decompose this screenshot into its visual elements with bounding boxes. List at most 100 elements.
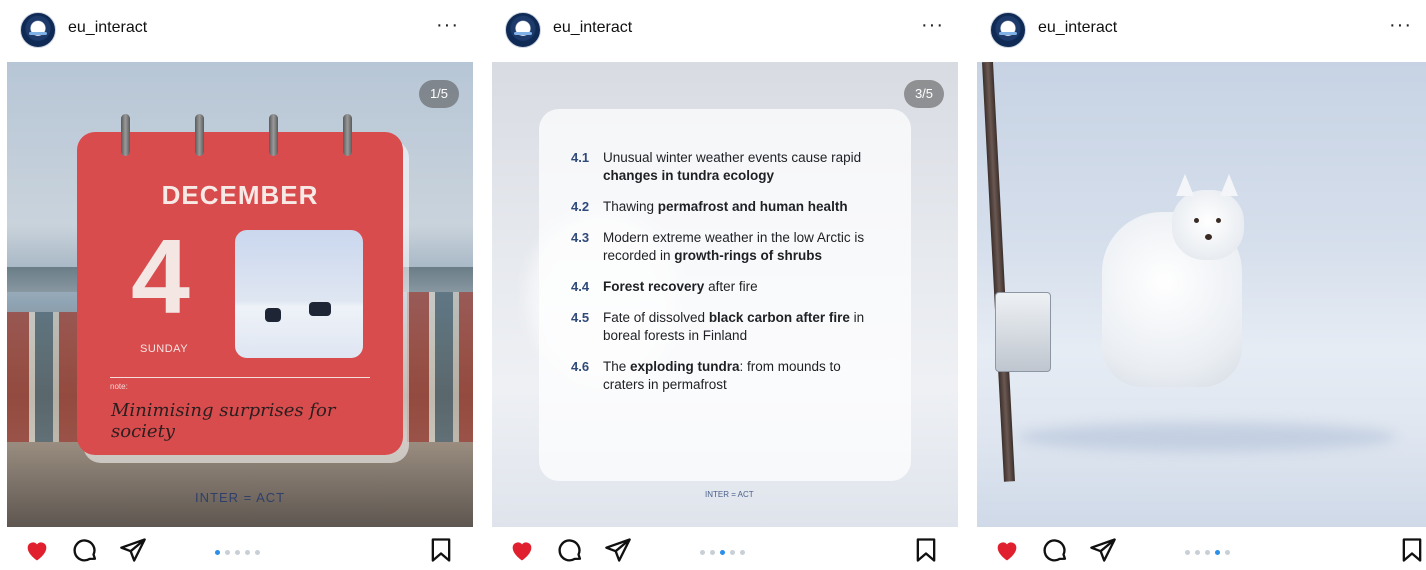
carousel-dot <box>1225 550 1230 555</box>
carousel-dot <box>235 550 240 555</box>
action-bar <box>977 527 1426 570</box>
arctic-fox-head <box>1172 174 1244 260</box>
post-header: eu_interact ··· <box>492 0 958 62</box>
fox-nose <box>1205 234 1212 240</box>
save-button[interactable] <box>1398 536 1426 564</box>
topic-number: 4.2 <box>571 199 590 214</box>
share-button[interactable] <box>1089 536 1117 564</box>
like-button[interactable] <box>993 536 1021 564</box>
topic-item: 4.6 The exploding tundra: from mounds to… <box>571 358 881 394</box>
calendar-month: DECEMBER <box>161 180 319 210</box>
carousel-dot <box>1205 550 1210 555</box>
topic-text: Forest recovery after fire <box>603 279 758 294</box>
topic-number: 4.5 <box>571 310 590 325</box>
username[interactable]: eu_interact <box>68 19 147 37</box>
carousel-dot <box>700 550 705 555</box>
topic-number: 4.4 <box>571 279 590 294</box>
bookmark-icon <box>1402 538 1422 562</box>
carousel-dots <box>700 550 760 556</box>
interact-logo: INTER = ACT <box>195 490 286 505</box>
post-card-1: eu_interact ··· 1/5 DECEMBER 4 SUNDAY no… <box>7 0 473 570</box>
post-image[interactable] <box>977 62 1426 527</box>
carousel-dot <box>225 550 230 555</box>
comment-button[interactable] <box>1041 536 1069 564</box>
topic-item: 4.3 Modern extreme weather in the low Ar… <box>571 229 881 265</box>
username[interactable]: eu_interact <box>1038 19 1117 37</box>
topic-item: 4.5 Fate of dissolved black carbon after… <box>571 309 881 345</box>
share-button[interactable] <box>604 536 632 564</box>
topic-text: Thawing permafrost and human health <box>603 199 848 214</box>
carousel-dot <box>215 550 220 555</box>
action-bar <box>492 527 958 570</box>
slide-counter: 3/5 <box>904 80 944 108</box>
calendar-ring <box>121 114 130 156</box>
calendar-ring <box>269 114 278 156</box>
topic-card: 4.1 Unusual winter weather events cause … <box>539 109 911 481</box>
bookmark-icon <box>431 538 451 562</box>
comment-icon <box>73 539 97 562</box>
topic-number: 4.1 <box>571 150 590 165</box>
calendar-graphic: DECEMBER 4 SUNDAY note: Minimising surpr… <box>77 114 403 455</box>
heart-icon <box>512 542 532 561</box>
interact-logo: INTER = ACT <box>705 490 754 499</box>
topic-number: 4.6 <box>571 359 590 374</box>
slide-counter: 1/5 <box>419 80 459 108</box>
calendar-note-label: note: <box>110 382 128 391</box>
paper-plane-icon <box>120 538 146 562</box>
more-options-button[interactable]: ··· <box>921 14 944 37</box>
fox-ear <box>1220 174 1238 196</box>
heart-icon <box>997 542 1017 561</box>
post-card-2: eu_interact ··· 3/5 4.1 Unusual winter w… <box>492 0 958 570</box>
carousel-dot <box>1195 550 1200 555</box>
like-button[interactable] <box>508 536 536 564</box>
heart-icon <box>27 542 47 561</box>
share-button[interactable] <box>119 536 147 564</box>
username[interactable]: eu_interact <box>553 19 632 37</box>
calendar-ring <box>195 114 204 156</box>
snow-shadow <box>1017 422 1397 452</box>
carousel-dot <box>1185 550 1190 555</box>
comment-button[interactable] <box>556 536 584 564</box>
bookmark-icon <box>916 538 936 562</box>
post-header: eu_interact ··· <box>977 0 1426 62</box>
post-header: eu_interact ··· <box>7 0 473 62</box>
post-image[interactable]: 1/5 DECEMBER 4 SUNDAY note: Minimising s… <box>7 62 473 527</box>
profile-avatar[interactable] <box>990 12 1026 48</box>
calendar-day: 4 <box>131 218 190 336</box>
topic-item: 4.1 Unusual winter weather events cause … <box>571 149 881 185</box>
carousel-dots <box>215 550 275 556</box>
carousel-dot <box>720 550 725 555</box>
save-button[interactable] <box>427 536 455 564</box>
profile-avatar[interactable] <box>20 12 56 48</box>
calendar-weekday: SUNDAY <box>140 343 189 355</box>
carousel-dot <box>255 550 260 555</box>
more-options-button[interactable]: ··· <box>1389 14 1412 37</box>
like-button[interactable] <box>23 536 51 564</box>
more-options-button[interactable]: ··· <box>436 14 459 37</box>
topic-item: 4.4 Forest recovery after fire <box>571 278 881 296</box>
paper-plane-icon <box>605 538 631 562</box>
carousel-dot <box>245 550 250 555</box>
topic-text: Modern extreme weather in the low Arctic… <box>603 230 865 263</box>
save-button[interactable] <box>912 536 940 564</box>
topic-list: 4.1 Unusual winter weather events cause … <box>571 149 881 407</box>
carousel-dot <box>710 550 715 555</box>
carousel-dots <box>1185 550 1245 556</box>
fox-ear <box>1176 174 1194 196</box>
post-card-3: eu_interact ··· <box>977 0 1426 570</box>
comment-button[interactable] <box>71 536 99 564</box>
calendar-ring <box>343 114 352 156</box>
topic-text: Unusual winter weather events cause rapi… <box>603 150 862 183</box>
topic-text: The exploding tundra: from mounds to cra… <box>603 359 841 392</box>
calendar-photo <box>235 230 363 358</box>
fox-eye <box>1216 218 1221 223</box>
profile-avatar[interactable] <box>505 12 541 48</box>
topic-item: 4.2 Thawing permafrost and human health <box>571 198 881 216</box>
calendar-divider <box>110 377 370 378</box>
carousel-dot <box>740 550 745 555</box>
comment-icon <box>558 539 582 562</box>
snowmobile <box>309 302 331 316</box>
comment-icon <box>1043 539 1067 562</box>
post-image[interactable]: 3/5 4.1 Unusual winter weather events ca… <box>492 62 958 527</box>
fox-eye <box>1194 218 1199 223</box>
